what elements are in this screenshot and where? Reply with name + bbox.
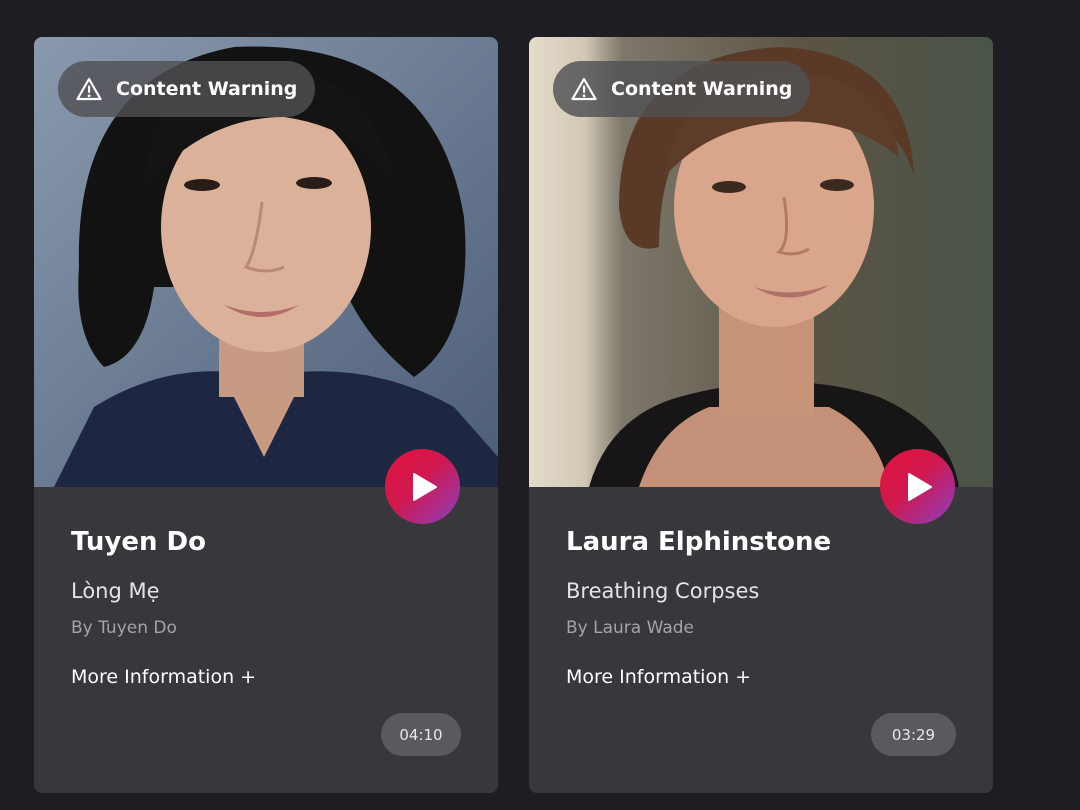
performer-name: Laura Elphinstone — [566, 527, 832, 557]
warning-triangle-icon — [76, 77, 102, 101]
play-button[interactable] — [880, 449, 955, 524]
more-information-link[interactable]: More Information + — [71, 666, 256, 688]
piece-title: Breathing Corpses — [566, 579, 760, 603]
performer-card: Content Warning Tuyen Do Lòng Mẹ By Tuye… — [34, 37, 498, 793]
content-warning-badge[interactable]: Content Warning — [58, 61, 316, 117]
performer-card: Content Warning Laura Elphinstone Breath… — [529, 37, 993, 793]
play-icon — [908, 472, 932, 501]
piece-author: By Tuyen Do — [71, 618, 177, 638]
duration-badge: 04:10 — [381, 713, 461, 756]
more-information-link[interactable]: More Information + — [566, 666, 751, 688]
warning-triangle-icon — [571, 77, 597, 101]
play-button[interactable] — [385, 449, 460, 524]
performer-name: Tuyen Do — [71, 527, 206, 557]
content-warning-badge[interactable]: Content Warning — [553, 61, 811, 117]
content-warning-label: Content Warning — [611, 78, 793, 100]
content-warning-label: Content Warning — [116, 78, 298, 100]
piece-title: Lòng Mẹ — [71, 579, 160, 603]
play-icon — [413, 472, 437, 501]
piece-author: By Laura Wade — [566, 618, 694, 638]
duration-badge: 03:29 — [871, 713, 956, 756]
